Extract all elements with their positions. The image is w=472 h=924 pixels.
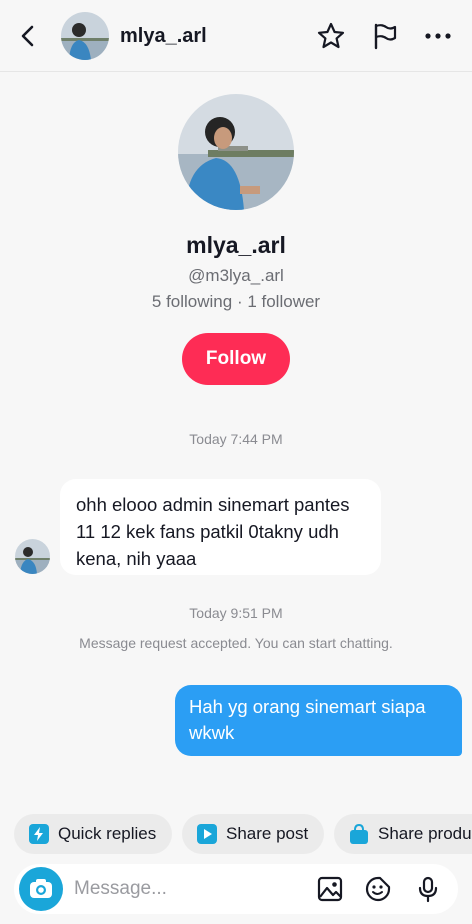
header-avatar[interactable]: [61, 12, 109, 60]
microphone-icon: [418, 876, 438, 903]
share-product-label: Share produ: [378, 824, 472, 843]
profile-avatar[interactable]: [178, 94, 294, 210]
share-post-button[interactable]: Share post: [182, 814, 324, 854]
image-icon: [317, 876, 343, 902]
chevron-left-icon: [21, 25, 34, 47]
more-options-button[interactable]: [423, 21, 453, 51]
back-button[interactable]: [14, 22, 42, 50]
share-product-button[interactable]: Share produ: [334, 814, 472, 854]
system-notice: Message request accepted. You can start …: [79, 635, 393, 651]
flag-icon: [374, 23, 397, 50]
camera-icon: [30, 879, 52, 898]
message-timestamp: Today 9:51 PM: [189, 605, 283, 621]
star-icon: [317, 22, 345, 49]
shopping-bag-icon: [350, 823, 368, 844]
more-icon: [425, 33, 451, 39]
play-icon: [197, 824, 217, 844]
sender-avatar[interactable]: [15, 539, 50, 574]
quick-replies-button[interactable]: Quick replies: [14, 814, 172, 854]
share-post-label: Share post: [226, 824, 309, 843]
chat-header: mlya_.arl: [0, 0, 472, 72]
incoming-message-bubble[interactable]: ohh elooo admin sinemart pantes 11 12 ke…: [60, 479, 381, 575]
favorite-button[interactable]: [316, 21, 346, 51]
outgoing-message-bubble[interactable]: Hah yg orang sinemart siapa wkwk: [175, 685, 462, 756]
message-input[interactable]: [74, 874, 304, 904]
sticker-icon: [365, 876, 391, 902]
header-username[interactable]: mlya_.arl: [120, 25, 207, 48]
message-composer: [14, 864, 458, 914]
message-timestamp: Today 7:44 PM: [189, 431, 283, 447]
quick-actions-bar: Quick replies Share post Share produ: [0, 814, 472, 854]
follow-button[interactable]: Follow: [182, 333, 290, 385]
voice-message-button[interactable]: [414, 875, 442, 903]
profile-handle: @m3lya_.arl: [188, 266, 284, 285]
quick-replies-label: Quick replies: [58, 824, 157, 843]
sticker-button[interactable]: [364, 875, 392, 903]
profile-follow-stats: 5 following · 1 follower: [151, 292, 321, 311]
report-button[interactable]: [370, 21, 400, 51]
profile-display-name: mlya_.arl: [186, 232, 286, 258]
image-button[interactable]: [316, 875, 344, 903]
camera-button[interactable]: [19, 867, 63, 911]
lightning-icon: [29, 824, 49, 844]
